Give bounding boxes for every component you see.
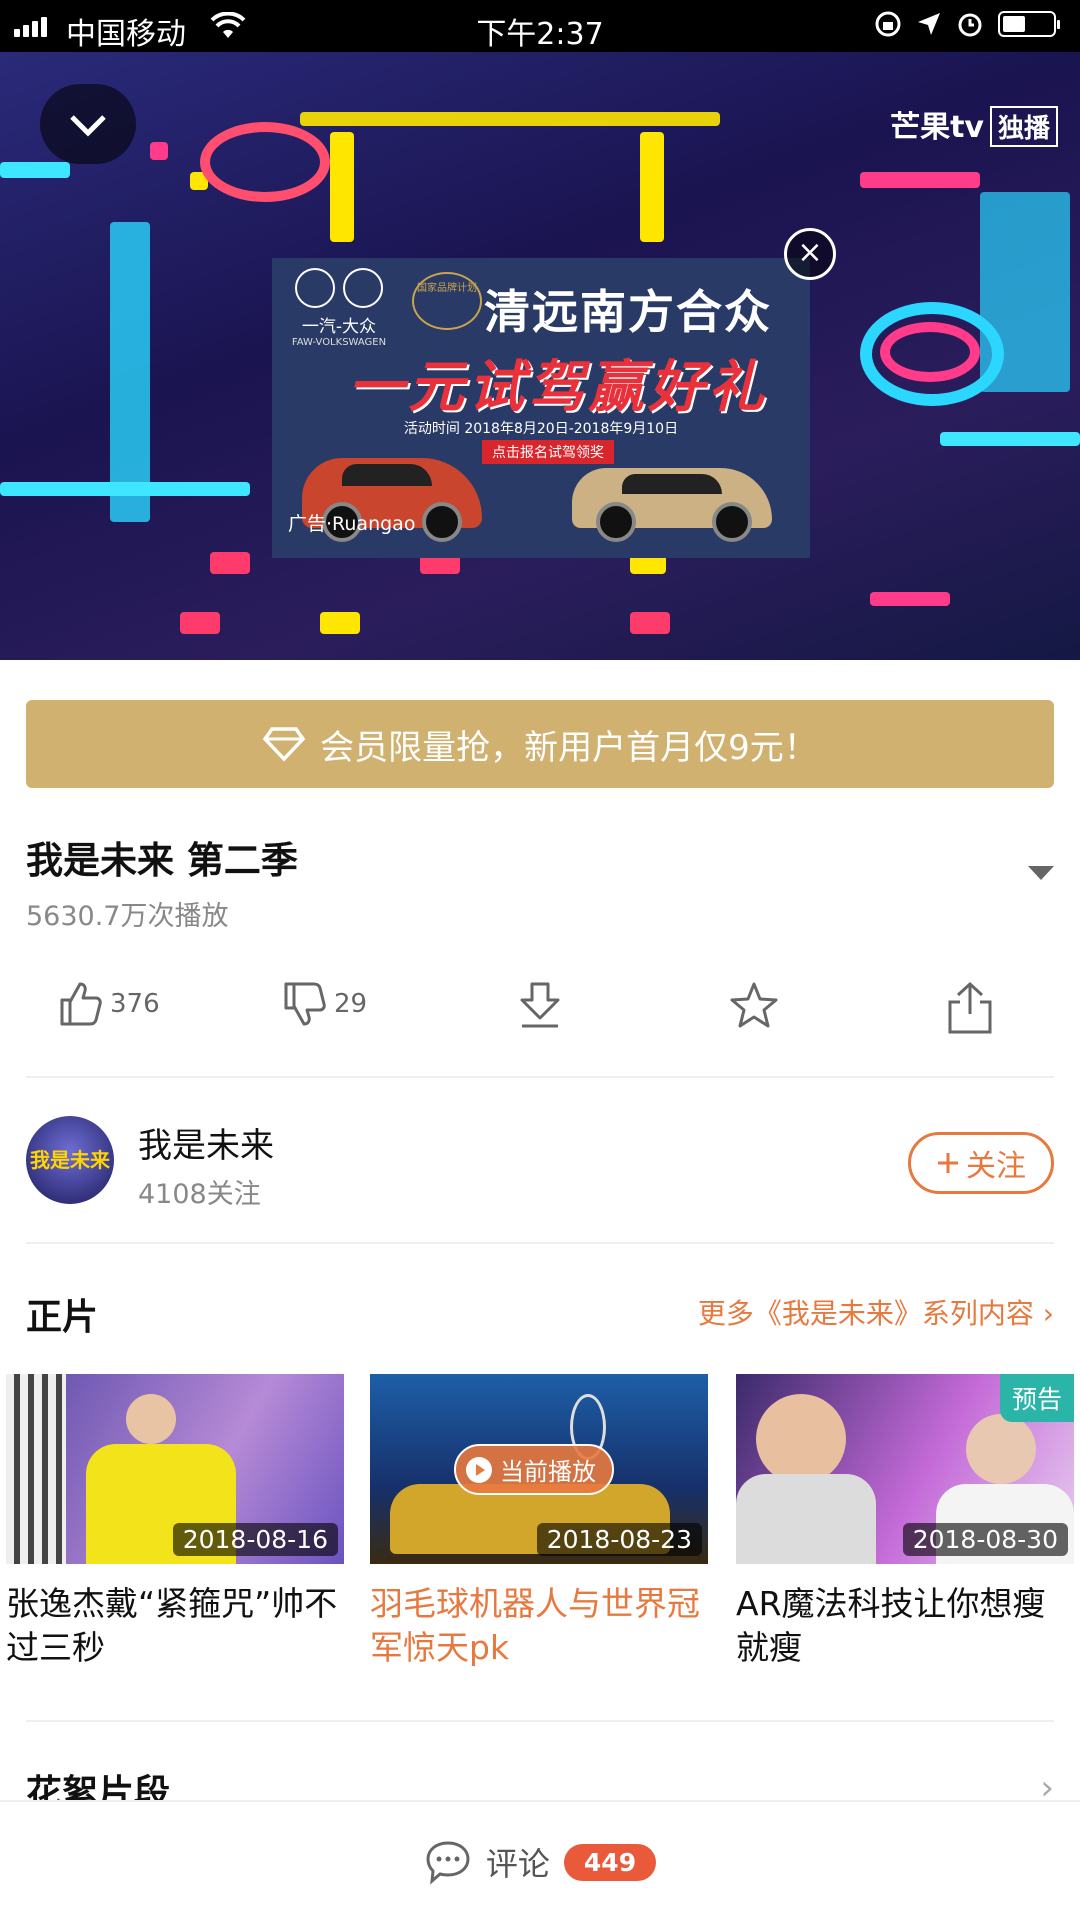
divider [26,1076,1054,1078]
vip-promo-banner[interactable]: 会员限量抢，新用户首月仅9元！ [26,700,1054,788]
episode-date: 2018-08-30 [902,1523,1068,1556]
alarm-icon [958,13,982,37]
play-count: 5630.7万次播放 [26,901,229,932]
video-player[interactable]: 芒果tv 独播 一汽-大众 FAW-VOLKSWAGEN 国家品牌计划 清远南方合… [0,52,1080,660]
status-bar: 中国移动 下午2:37 [0,0,1080,52]
ad-label: 广告·Ruangao [288,513,416,535]
episode-thumbnail: 当前播放 2018-08-23 [370,1374,708,1564]
ad-close-button[interactable]: × [784,228,836,280]
expand-details-icon[interactable] [1028,866,1054,880]
close-icon: × [797,235,823,270]
episode-card[interactable]: 2018-08-16 张逸杰戴“紧箍咒”帅不过三秒 [6,1374,344,1670]
vip-promo-text: 会员限量抢，新用户首月仅9元！ [320,727,818,768]
episode-date: 2018-08-23 [536,1523,702,1556]
episode-title: 羽毛球机器人与世界冠军惊天pk [370,1584,700,1667]
comment-label: 评论 [485,1845,550,1883]
divider [26,1242,1054,1244]
episode-card[interactable]: 预告 2018-08-30 AR魔法科技让你想瘦就瘦 [736,1374,1074,1670]
chevron-right-icon: › [1042,1297,1054,1330]
episode-card-current[interactable]: 当前播放 2018-08-23 羽毛球机器人与世界冠军惊天pk [370,1374,708,1670]
channel-followers: 4108关注 [138,1179,261,1210]
ad-date: 活动时间 2018年8月20日-2018年9月10日 [403,421,679,437]
ad-banner[interactable]: 一汽-大众 FAW-VOLKSWAGEN 国家品牌计划 清远南方合众 一元试驾赢… [272,258,810,558]
like-button[interactable]: 376 [56,980,160,1028]
download-icon [520,982,560,1028]
channel-avatar[interactable]: 我是未来 [26,1116,114,1204]
rotation-lock-icon [875,11,901,37]
show-title: 我是未来 第二季 [26,839,298,882]
episode-date: 2018-08-16 [172,1523,338,1556]
channel-name[interactable]: 我是未来 [138,1118,274,1167]
episode-thumbnail: 预告 2018-08-30 [736,1374,1074,1564]
faw-logo-icon [295,268,335,308]
channel-logo: 芒果tv 独播 [890,102,1058,147]
star-icon [730,982,778,1028]
dislike-count: 29 [334,989,368,1019]
episode-thumbnail: 2018-08-16 [6,1374,344,1564]
gold-car-image [572,468,772,542]
thumbs-up-icon [60,982,102,1026]
favorite-button[interactable] [728,980,780,1032]
dislike-button[interactable]: 29 [280,980,367,1028]
more-episodes-link[interactable]: 更多《我是未来》系列内容 › [698,1292,1054,1332]
ad-headline: 一元试驾赢好礼 [348,355,768,420]
download-button[interactable] [514,980,566,1032]
ad-title: 清远南方合众 [484,285,772,339]
action-bar: 376 29 [0,980,1080,1048]
location-icon [918,13,940,35]
comment-icon [426,1841,470,1885]
diamond-icon [262,727,306,762]
episode-title: AR魔法科技让你想瘦就瘦 [736,1584,1046,1667]
ad-badge: 国家品牌计划 [412,272,482,330]
follow-button[interactable]: 关注 [908,1132,1054,1194]
episode-title: 张逸杰戴“紧箍咒”帅不过三秒 [6,1584,338,1667]
play-icon [466,1456,492,1483]
battery-icon [998,11,1060,37]
share-icon [948,981,992,1034]
thumbs-down-icon [284,982,326,1026]
ad-brand: 一汽-大众 FAW-VOLKSWAGEN [284,268,394,348]
plus-icon [938,1153,958,1173]
now-playing-badge: 当前播放 [454,1444,614,1495]
like-count: 376 [110,989,160,1019]
chevron-down-icon [70,115,106,137]
divider [26,1720,1054,1722]
vw-logo-icon [343,268,383,308]
collapse-button[interactable] [40,84,136,164]
comment-count-badge: 449 [563,1843,657,1881]
episode-list: 2018-08-16 张逸杰戴“紧箍咒”帅不过三秒 当前播放 2018-08-2… [6,1374,1080,1674]
episodes-section-title: 正片 [26,1297,99,1338]
preview-tag: 预告 [999,1374,1074,1422]
share-button[interactable] [944,980,996,1036]
ad-cta-button[interactable]: 点击报名试驾领奖 [482,440,614,464]
comment-bar[interactable]: 评论 449 [0,1800,1080,1922]
